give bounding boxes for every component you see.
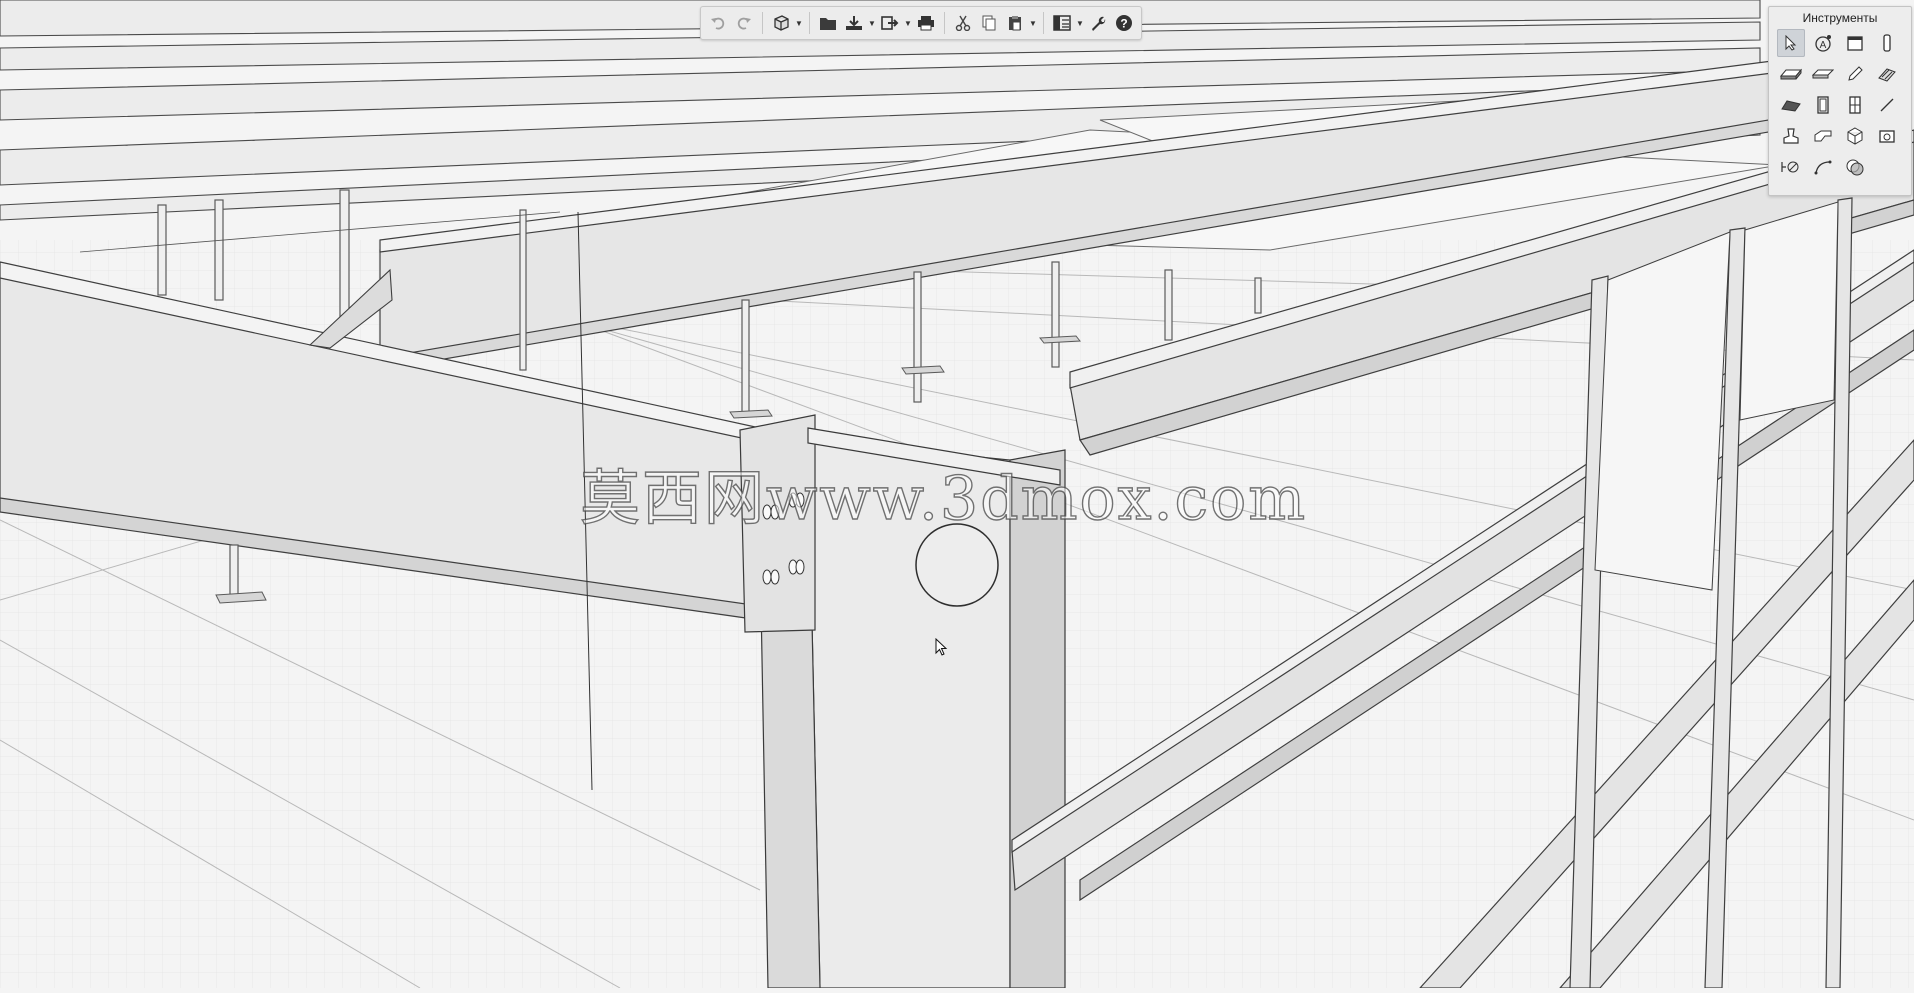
main-toolbar: ▼ ▼ ▼ ▼ ▼ ?: [700, 6, 1142, 40]
line-icon: [1880, 98, 1894, 112]
arc-tool[interactable]: [1809, 153, 1837, 181]
rebar-icon: [1878, 68, 1896, 82]
svg-text:?: ?: [1120, 17, 1127, 31]
printer-icon: [918, 16, 934, 31]
toolbar-separator: [1043, 12, 1044, 34]
copy-icon: [982, 15, 996, 31]
profile-tool[interactable]: [1809, 122, 1837, 150]
door-icon: [1817, 96, 1829, 114]
redo-button[interactable]: [731, 10, 757, 36]
clipboard-icon: [1009, 16, 1021, 31]
layout-dropdown[interactable]: ▼: [1075, 10, 1085, 36]
sheet-icon: [1847, 36, 1863, 51]
boolean-icon: [1846, 159, 1864, 176]
help-button[interactable]: ?: [1111, 10, 1137, 36]
steel-frame-3d-view: [0, 0, 1914, 989]
dimension-tool[interactable]: A: [1809, 29, 1837, 57]
stamp-icon: [1783, 128, 1799, 144]
undo-button[interactable]: [705, 10, 731, 36]
pencil-tool[interactable]: [1841, 60, 1869, 88]
line-tool[interactable]: [1873, 91, 1901, 119]
import-button[interactable]: [841, 10, 867, 36]
column-hole: [915, 523, 999, 607]
slab-tool[interactable]: [1809, 60, 1837, 88]
measure-tool[interactable]: [1777, 153, 1805, 181]
undo-icon: [711, 17, 725, 30]
measure-icon: [1781, 161, 1799, 173]
scissors-icon: [955, 15, 971, 31]
camera-tool[interactable]: [1873, 122, 1901, 150]
svg-text:A: A: [1820, 40, 1827, 51]
column-tool[interactable]: [1873, 29, 1901, 57]
slab-icon: [1812, 69, 1834, 79]
boolean-tool[interactable]: [1841, 153, 1869, 181]
wrench-icon: [1092, 16, 1106, 31]
copy-button[interactable]: [976, 10, 1002, 36]
open-button[interactable]: [815, 10, 841, 36]
import-dropdown[interactable]: ▼: [867, 10, 877, 36]
solid-tool[interactable]: [1841, 122, 1869, 150]
mouse-cursor-icon: [935, 638, 948, 656]
import-icon: [846, 16, 862, 30]
tools-panel-title: Инструменты: [1802, 11, 1878, 25]
circle-a-icon: A: [1815, 35, 1831, 52]
view-cube-button[interactable]: [768, 10, 794, 36]
plate-icon: [1780, 68, 1802, 80]
toolbar-separator: [809, 12, 810, 34]
layout-button[interactable]: [1049, 10, 1075, 36]
settings-button[interactable]: [1085, 10, 1111, 36]
profile-icon: [1814, 130, 1832, 142]
export-dropdown[interactable]: ▼: [903, 10, 913, 36]
arc-icon: [1814, 160, 1832, 175]
cube-icon: [774, 15, 789, 31]
3d-model-viewport[interactable]: [0, 0, 1914, 989]
export-button[interactable]: [877, 10, 903, 36]
redo-icon: [737, 17, 751, 30]
toolbar-separator: [762, 12, 763, 34]
cut-button[interactable]: [950, 10, 976, 36]
print-button[interactable]: [913, 10, 939, 36]
pencil-icon: [1848, 66, 1863, 81]
folder-icon: [820, 18, 836, 30]
window-icon: [1849, 96, 1861, 114]
cursor-icon: [1785, 35, 1797, 51]
column-icon: [1883, 34, 1891, 52]
layout-icon: [1053, 15, 1071, 31]
window-tool[interactable]: [1841, 91, 1869, 119]
roof-tool[interactable]: [1777, 91, 1805, 119]
toolbar-separator: [944, 12, 945, 34]
roof-icon: [1781, 100, 1801, 112]
door-tool[interactable]: [1809, 91, 1837, 119]
view-cube-dropdown[interactable]: ▼: [794, 10, 804, 36]
export-icon: [881, 16, 899, 30]
panel-tool[interactable]: [1841, 29, 1869, 57]
camera-icon: [1879, 130, 1895, 143]
paste-dropdown[interactable]: ▼: [1028, 10, 1038, 36]
stamp-tool[interactable]: [1777, 122, 1805, 150]
select-tool[interactable]: [1777, 29, 1805, 57]
rebar-tool[interactable]: [1873, 60, 1901, 88]
plate-tool[interactable]: [1777, 60, 1805, 88]
tools-panel: Инструменты A: [1768, 6, 1912, 196]
polyhedron-icon: [1847, 127, 1863, 145]
paste-button[interactable]: [1002, 10, 1028, 36]
question-icon: ?: [1116, 15, 1132, 31]
tools-grid: A: [1769, 29, 1911, 184]
